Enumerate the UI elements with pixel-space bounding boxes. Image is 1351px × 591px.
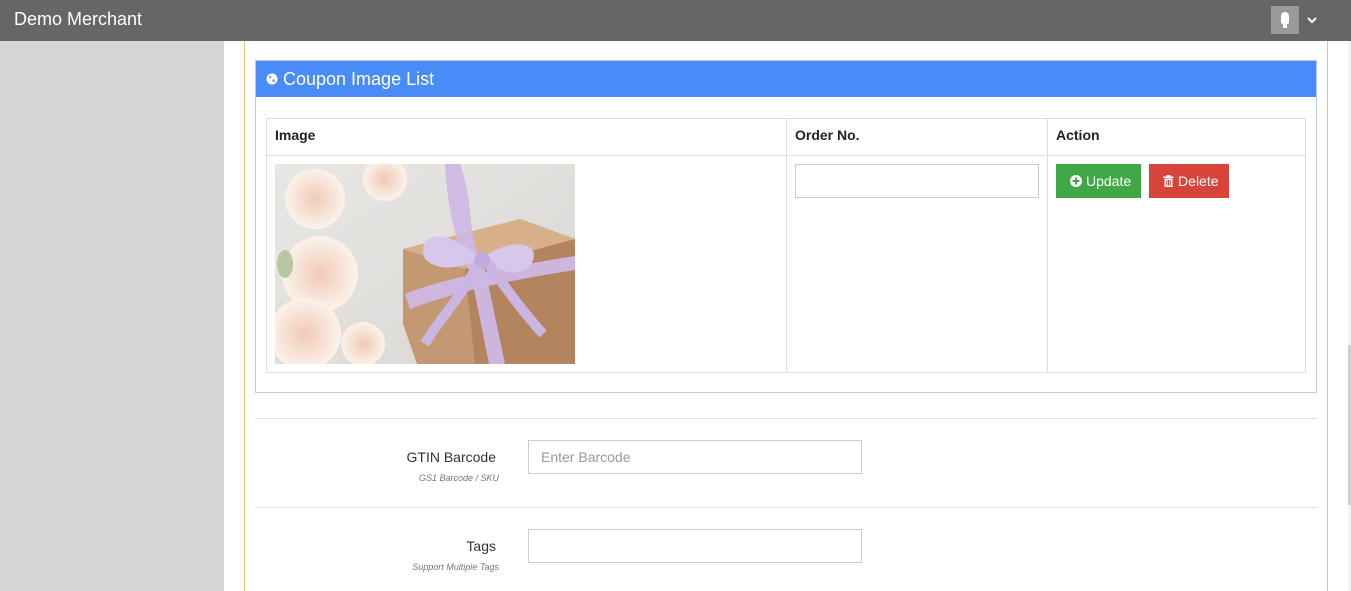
gtin-barcode-hint: GS1 Barcode / SKU (418, 473, 499, 483)
top-navbar: Demo Merchant (0, 0, 1351, 41)
divider (255, 507, 1317, 508)
order-no-input[interactable] (795, 164, 1039, 198)
tags-hint: Support Multiple Tags (412, 562, 499, 572)
sidebar (0, 41, 224, 591)
user-menu[interactable] (1271, 6, 1317, 34)
coupon-image-table: Image Order No. Action Update Delete (266, 118, 1306, 373)
gtin-barcode-input[interactable] (528, 440, 862, 474)
key-icon[interactable] (1271, 6, 1299, 34)
delete-button-label: Delete (1178, 173, 1219, 189)
update-button-label: Update (1086, 173, 1132, 189)
coupon-image-panel: Coupon Image List Image Order No. Action (255, 60, 1317, 393)
coupon-image (275, 164, 575, 364)
table-header-row: Image Order No. Action (266, 118, 1306, 156)
table-row: Update Delete (266, 155, 1306, 373)
tags-label: Tags (466, 538, 496, 554)
chevron-down-icon[interactable] (1307, 15, 1317, 25)
action-cell: Update Delete (1047, 155, 1306, 373)
tags-input[interactable] (528, 529, 862, 563)
gtin-barcode-label: GTIN Barcode (406, 449, 496, 465)
delete-button[interactable]: Delete (1149, 164, 1229, 198)
content-border-left (244, 41, 245, 591)
brand-title[interactable]: Demo Merchant (14, 9, 142, 30)
panel-header: Coupon Image List (256, 61, 1316, 97)
content-border-right (1327, 41, 1328, 591)
column-header-image: Image (266, 118, 787, 156)
trash-icon (1163, 175, 1174, 187)
panel-title: Coupon Image List (283, 68, 435, 89)
update-button[interactable]: Update (1056, 164, 1142, 198)
divider (255, 418, 1317, 419)
plus-circle-icon (1070, 175, 1082, 187)
globe-icon (266, 73, 278, 85)
column-header-action: Action (1047, 118, 1306, 156)
column-header-order: Order No. (786, 118, 1048, 156)
order-cell (786, 155, 1048, 373)
image-cell (266, 155, 787, 373)
